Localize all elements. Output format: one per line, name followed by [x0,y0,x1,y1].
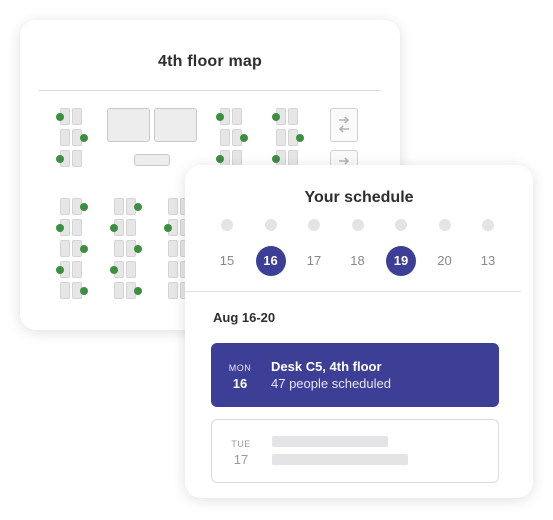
booking-date: 16 [232,376,248,391]
available-seat-dot[interactable] [56,224,64,232]
available-seat-dot[interactable] [56,155,64,163]
schedule-card: Your schedule 15 16 17 18 19 20 13 Aug 16-20 M… [185,165,533,498]
available-seat-dot[interactable] [80,287,88,295]
available-seat-dot[interactable] [272,113,280,121]
desk [72,108,82,125]
meeting-table [154,108,197,142]
day-number: 20 [437,253,452,268]
desk [232,108,242,125]
available-seat-dot[interactable] [240,134,248,142]
day-number: 18 [350,253,365,268]
desk [168,282,178,299]
day-indicator-dot [308,219,320,231]
available-seat-dot[interactable] [110,224,118,232]
day-number: 17 [306,253,322,268]
available-seat-dot[interactable] [80,245,88,253]
schedule-title: Your schedule [304,189,414,206]
desk [126,261,136,278]
day-number: 19 [386,246,416,276]
divider [185,291,521,292]
desk [168,261,178,278]
day-18[interactable]: 18 [340,219,376,279]
day-indicator-dot [438,219,451,231]
available-seat-dot[interactable] [164,224,172,232]
available-seat-dot[interactable] [134,245,142,253]
day-15[interactable]: 15 [209,219,245,279]
available-seat-dot[interactable] [56,113,64,121]
day-17[interactable]: 17 [296,219,332,279]
desk [168,240,178,257]
booking-day-of-week: MON [228,363,252,373]
available-seat-dot[interactable] [134,287,142,295]
booking-subtitle: 47 people scheduled [271,376,391,391]
booking-title: Desk C5, 4th floor [271,359,382,374]
available-seat-dot[interactable] [80,134,88,142]
day-number: 15 [219,253,235,268]
divider [39,90,381,91]
booking-date: 17 [233,452,249,467]
day-indicator-dot [482,219,494,231]
available-seat-dot[interactable] [134,203,142,211]
small-table [134,154,170,166]
day-indicator-dot [351,219,364,231]
day-13[interactable]: 13 [470,219,506,279]
placeholder-subtitle-bar [272,454,408,465]
desk [168,198,178,215]
desk [72,219,82,236]
desk [72,150,82,167]
booking-card-tuesday[interactable]: TUE 17 [211,419,499,483]
available-seat-dot[interactable] [296,134,304,142]
desk [60,240,70,257]
desk [114,240,124,257]
day-16[interactable]: 16 [253,219,289,279]
elevator-icon [330,108,358,142]
booking-card-monday[interactable]: MON 16 Desk C5, 4th floor 47 people sche… [211,343,499,407]
booking-day-of-week: TUE [231,439,251,449]
available-seat-dot[interactable] [272,155,280,163]
day-19[interactable]: 19 [383,219,419,279]
desk [72,261,82,278]
available-seat-dot[interactable] [110,266,118,274]
available-seat-dot[interactable] [216,113,224,121]
available-seat-dot[interactable] [216,155,224,163]
available-seat-dot[interactable] [56,266,64,274]
meeting-table [107,108,150,142]
desk [288,108,298,125]
day-number: 16 [255,246,286,276]
placeholder-title-bar [272,436,388,447]
desk [126,219,136,236]
day-20[interactable]: 20 [427,219,463,279]
date-range-label: Aug 16-20 [213,310,276,325]
available-seat-dot[interactable] [80,203,88,211]
desk [276,129,286,146]
desk [60,129,70,146]
desk [60,198,70,215]
day-indicator-dot [395,219,407,231]
desk [60,282,70,299]
day-indicator-dot [221,219,233,231]
floor-map-title: 4th floor map [158,53,262,70]
desk [114,198,124,215]
day-number: 13 [480,253,496,268]
desk [114,282,124,299]
desk [220,129,230,146]
day-indicator-dot [264,219,277,231]
